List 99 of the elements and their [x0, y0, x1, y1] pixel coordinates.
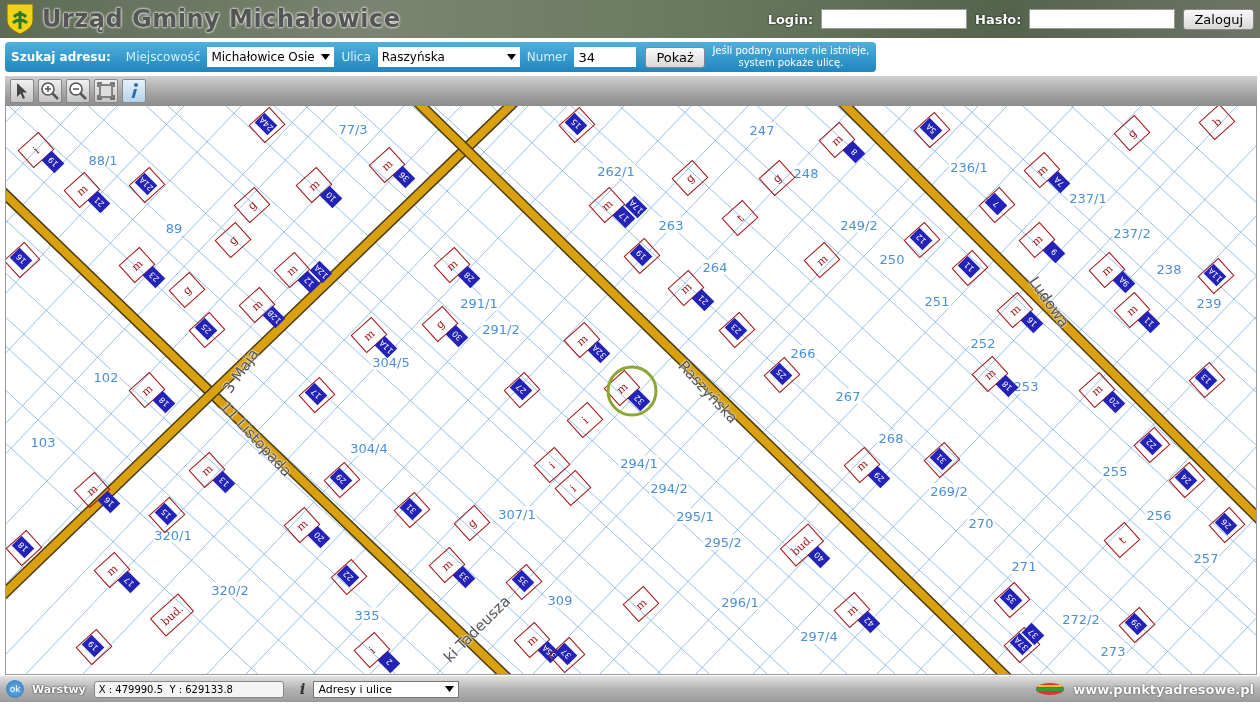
parcel-number: 247 [748, 122, 776, 138]
password-label: Hasło: [975, 11, 1022, 27]
address-plate: 10 [319, 185, 343, 209]
address-plate: 23 [142, 265, 166, 289]
parcel-number: 268 [877, 430, 905, 446]
parcel-number: 294/1 [619, 455, 659, 471]
parcel-number: 264 [701, 259, 729, 275]
address-plate: 31 [929, 447, 953, 471]
address-plate: 20 [307, 525, 331, 549]
address-plate: 21 [691, 288, 715, 312]
parcel-number: 320/1 [153, 527, 193, 543]
address-plate: 11 [1137, 310, 1161, 334]
address-plate: 29 [867, 465, 891, 489]
parcel-number: 89 [164, 220, 184, 236]
coordinates-field: X : 479990.5 Y : 629133.8 [93, 680, 284, 698]
address-plate: 7 [984, 192, 1008, 216]
parcel-number: 309 [546, 592, 574, 608]
parcel-number: 291/2 [481, 321, 521, 337]
address-plate: 23 [724, 317, 748, 341]
address-plate: 33 [452, 565, 476, 589]
address-plate: 13 [212, 470, 236, 494]
address-plate: 2 [377, 650, 401, 674]
street-label: Ulica [341, 50, 371, 64]
address-plate: 24 [1174, 467, 1198, 491]
parcel-number: 320/2 [210, 582, 250, 598]
parcel-number: 248 [792, 165, 820, 181]
locality-label: Miejscowość [125, 50, 201, 64]
address-plate: 16 [9, 247, 33, 271]
parcel-number: 296/1 [720, 594, 760, 610]
address-plate: 32 [627, 388, 651, 412]
address-plate: 42 [857, 610, 881, 634]
parcel-number: 263 [657, 217, 685, 233]
layers-label: Warstwy [32, 682, 86, 696]
address-plate: 26 [1214, 512, 1238, 536]
address-plate: 19 [629, 243, 653, 267]
address-plate: 28 [457, 265, 481, 289]
site-address: www.punktyadresowe.pl [1073, 681, 1254, 697]
address-plate: 25 [769, 362, 793, 386]
address-plate: 8 [842, 140, 866, 164]
parcel-number: 262/1 [596, 163, 636, 179]
site-title: Urząd Gminy Michałowice [42, 5, 401, 33]
login-label: Login: [767, 11, 814, 27]
parcel-number: 103 [29, 434, 57, 450]
parcel-number: 295/1 [675, 508, 715, 524]
parcel-number: 88/1 [87, 152, 119, 168]
search-label: Szukaj adresu: [11, 50, 111, 64]
search-hint: Jeśli podany numer nie istnieje, system pokaże ulicę. [711, 45, 870, 69]
parcel-number: 272/2 [1061, 611, 1101, 627]
address-plate: 31 [399, 497, 423, 521]
parcel-number: 295/2 [703, 534, 743, 550]
parcel-number: 249/2 [839, 217, 879, 233]
parcel-number: 304/4 [349, 440, 389, 456]
address-plate: 5A [919, 117, 943, 141]
address-plate: 27 [509, 377, 533, 401]
parcel-number: 297/4 [799, 628, 839, 644]
parcel-number: 102 [92, 369, 120, 385]
address-plate: 40 [807, 545, 831, 569]
address-plate: 22 [336, 564, 360, 588]
parcel-number: 255 [1101, 463, 1129, 479]
parcel-number: 253 [1012, 378, 1040, 394]
info-label: i [299, 680, 306, 698]
parcel-number: 270 [967, 515, 995, 531]
parcel-number: 266 [789, 345, 817, 361]
address-plate: 20 [1102, 390, 1126, 414]
number-label: Numer [526, 50, 568, 64]
parcel-number: 291/1 [459, 295, 499, 311]
address-plate: 17 [304, 382, 328, 406]
parcel-number: 252 [969, 335, 997, 351]
address-plate: 15 [154, 502, 178, 526]
address-plate: 21 [87, 190, 111, 214]
address-plate: 15 [564, 112, 588, 136]
address-plate: 11 [957, 255, 981, 279]
address-plate: 36 [392, 165, 416, 189]
address-plate: 9A [1112, 270, 1136, 294]
address-plate: 35 [511, 569, 535, 593]
parcel-number: 269/2 [929, 483, 969, 499]
address-plate: 9 [1042, 240, 1066, 264]
parcel-number: 294/2 [649, 480, 689, 496]
address-plate: 25 [194, 317, 218, 341]
parcel-number: 236/1 [949, 159, 989, 175]
address-plate: 13 [1194, 367, 1218, 391]
parcel-number: 335 [353, 607, 381, 623]
address-plate: 7A [1047, 170, 1071, 194]
parcel-number: 267 [834, 388, 862, 404]
address-plate: 22 [1139, 432, 1163, 456]
parcel-number: 237/2 [1112, 225, 1152, 241]
parcel-number: 271 [1010, 558, 1038, 574]
address-plate: 39 [1124, 612, 1148, 636]
address-plate: 35 [999, 587, 1023, 611]
address-plate: 17 [117, 570, 141, 594]
address-plate: 29 [329, 467, 353, 491]
address-plate: 12 [909, 227, 933, 251]
address-plate: 19 [41, 150, 65, 174]
address-plate: 30 [445, 324, 469, 348]
address-plate: 18 [11, 535, 35, 559]
parcel-number: 307/1 [497, 506, 537, 522]
address-plate: 18 [152, 390, 176, 414]
address-plate: 19 [81, 634, 105, 658]
parcel-number: 304/5 [371, 354, 411, 370]
